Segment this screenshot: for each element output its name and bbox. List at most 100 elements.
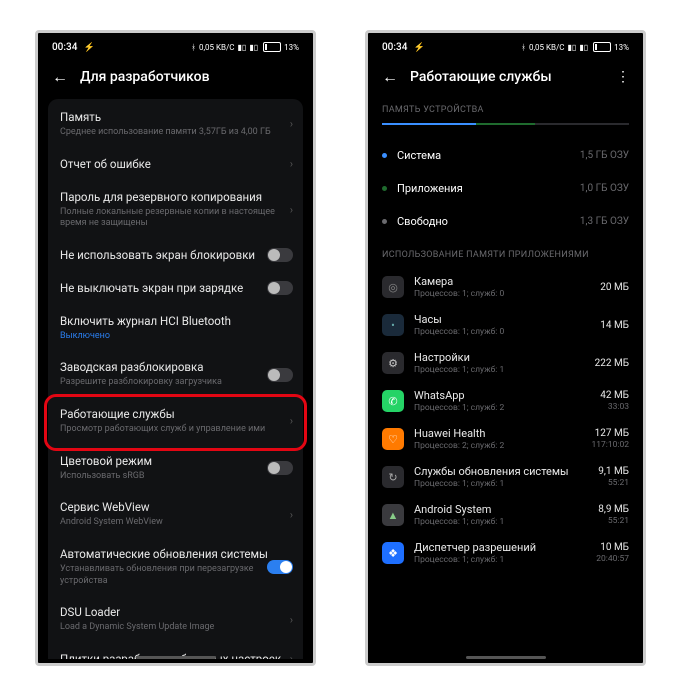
setting-sub: Полные локальные резервные копии в насто… bbox=[60, 207, 291, 230]
setting-sub: Разрешите разблокировку загрузчика bbox=[60, 377, 291, 389]
app-name: WhatsApp bbox=[414, 389, 590, 402]
toggle[interactable] bbox=[267, 281, 293, 295]
toggle[interactable] bbox=[267, 248, 293, 262]
setting-row[interactable]: DSU LoaderLoad a Dynamic System Update I… bbox=[48, 596, 303, 643]
app-value: 14 МБ bbox=[600, 320, 629, 331]
chevron-right-icon: › bbox=[290, 415, 293, 428]
app-value: 127 МБ bbox=[591, 428, 629, 439]
battery-percent: 13% bbox=[614, 43, 629, 52]
memory-line: Система 1,5 ГБ ОЗУ bbox=[368, 139, 643, 172]
legend-dot bbox=[382, 186, 387, 191]
app-row[interactable]: ♡ Huawei HealthПроцессов: 2; служб: 2 127 … bbox=[368, 420, 643, 458]
setting-row[interactable]: Не использовать экран блокировки bbox=[48, 239, 303, 272]
app-icon: ♡ bbox=[382, 428, 404, 450]
app-icon: ↻ bbox=[382, 466, 404, 488]
memory-bar bbox=[382, 123, 629, 125]
setting-label: Заводская разблокировка bbox=[60, 360, 291, 375]
app-name: Android System bbox=[414, 503, 588, 516]
app-icon: ⚙ bbox=[382, 352, 404, 374]
app-value: 42 МБ bbox=[600, 390, 629, 401]
chevron-right-icon: › bbox=[290, 118, 293, 131]
setting-sub: Среднее использование памяти 3,57ГБ из 4… bbox=[60, 127, 291, 139]
page-title: Работающие службы bbox=[410, 69, 552, 85]
setting-row[interactable]: Автоматические обновления системыУстанав… bbox=[48, 538, 303, 596]
app-time: 55:21 bbox=[598, 516, 629, 526]
setting-row[interactable]: Память Среднее использование памяти 3,57Г… bbox=[48, 101, 303, 148]
charging-icon: ⚡ bbox=[414, 43, 425, 53]
setting-label: Сервис WebView bbox=[60, 500, 291, 515]
memory-value: 1,5 ГБ ОЗУ bbox=[580, 150, 629, 161]
app-name: Диспетчер разрешений bbox=[414, 541, 586, 554]
setting-row[interactable]: Работающие службыПросмотр работающих слу… bbox=[48, 398, 303, 445]
signal-icon: ▮▯ bbox=[238, 43, 247, 52]
back-icon[interactable]: ← bbox=[382, 69, 398, 85]
phone-running-services: 00:34 ⚡ ᚼ 0,05 KB/C ▮▯ ▮▯ 13% ← Работающ… bbox=[365, 30, 646, 666]
page-title: Для разработчиков bbox=[80, 69, 210, 85]
setting-row[interactable]: Сервис WebViewAndroid System WebView› bbox=[48, 491, 303, 538]
memory-label: Система bbox=[397, 149, 441, 162]
header: ← Для разработчиков bbox=[38, 59, 313, 99]
data-rate: 0,05 KB/C bbox=[199, 43, 235, 52]
setting-label: Память bbox=[60, 110, 291, 125]
setting-sub: Android System WebView bbox=[60, 517, 291, 529]
app-icon: • bbox=[382, 314, 404, 336]
section-device-memory: ПАМЯТЬ УСТРОЙСТВА bbox=[368, 99, 643, 123]
app-row[interactable]: ❖Диспетчер разрешенийПроцессов: 1; служб… bbox=[368, 534, 643, 572]
app-name: Часы bbox=[414, 313, 590, 326]
app-row[interactable]: ▲ Android SystemПроцессов: 1; служб: 1 8,9… bbox=[368, 496, 643, 534]
legend-dot bbox=[382, 219, 387, 224]
app-sub: Процессов: 2; служб: 2 bbox=[414, 441, 581, 451]
app-name: Камера bbox=[414, 275, 590, 288]
app-sub: Процессов: 1; служб: 1 bbox=[414, 517, 588, 527]
app-time: 55:21 bbox=[598, 478, 629, 488]
status-icons: ᚼ 0,05 KB/C ▮▯ ▮▯ 13% bbox=[191, 42, 299, 52]
toggle[interactable] bbox=[267, 368, 293, 382]
app-sub: Процессов: 1; служб: 2 bbox=[414, 403, 590, 413]
memory-label: Свободно bbox=[397, 215, 448, 228]
app-sub: Процессов: 1; служб: 1 bbox=[414, 479, 588, 489]
settings-list: Память Среднее использование памяти 3,57Г… bbox=[48, 99, 303, 659]
app-icon: ▲ bbox=[382, 504, 404, 526]
status-icons: ᚼ 0,05 KB/C ▮▯ ▮▯ 13% bbox=[521, 42, 629, 52]
app-sub: Процессов: 1; служб: 1 bbox=[414, 555, 586, 565]
app-value: 20 МБ bbox=[600, 282, 629, 293]
setting-label: Пароль для резервного копирования bbox=[60, 190, 291, 205]
setting-row[interactable]: Включить журнал HCI Bluetooth Выключено bbox=[48, 305, 303, 352]
setting-row[interactable]: Цветовой режимИспользовать sRGB bbox=[48, 445, 303, 492]
app-row[interactable]: ◎ КамераПроцессов: 1; служб: 0 20 МБ bbox=[368, 268, 643, 306]
setting-label: Включить журнал HCI Bluetooth bbox=[60, 314, 291, 329]
charging-icon: ⚡ bbox=[84, 43, 95, 53]
app-row[interactable]: ⚙НастройкиПроцессов: 1; служб: 1222 МБ bbox=[368, 344, 643, 382]
status-time: 00:34 bbox=[382, 42, 407, 53]
setting-row[interactable]: Пароль для резервного копирования Полные … bbox=[48, 181, 303, 239]
setting-sub: Выключено bbox=[60, 331, 291, 343]
app-value: 9,1 МБ bbox=[598, 466, 629, 477]
signal-icon: ▮▯ bbox=[568, 43, 577, 52]
setting-label: Не выключать экран при зарядке bbox=[60, 281, 291, 296]
legend-dot bbox=[382, 153, 387, 158]
app-value: 8,9 МБ bbox=[598, 504, 629, 515]
app-icon: ◎ bbox=[382, 276, 404, 298]
setting-label: Не использовать экран блокировки bbox=[60, 248, 291, 263]
back-icon[interactable]: ← bbox=[52, 69, 68, 85]
nav-bar[interactable] bbox=[466, 656, 546, 659]
toggle[interactable] bbox=[267, 560, 293, 574]
setting-row[interactable]: Не выключать экран при зарядке bbox=[48, 272, 303, 305]
app-sub: Процессов: 1; служб: 0 bbox=[414, 289, 590, 299]
nav-bar[interactable] bbox=[136, 656, 216, 659]
memory-line: Приложения1,0 ГБ ОЗУ bbox=[368, 172, 643, 205]
app-row[interactable]: •ЧасыПроцессов: 1; служб: 014 МБ bbox=[368, 306, 643, 344]
app-row[interactable]: ↻Службы обновления системыПроцессов: 1; … bbox=[368, 458, 643, 496]
app-name: Huawei Health bbox=[414, 427, 581, 440]
app-icon: ✆ bbox=[382, 390, 404, 412]
setting-row[interactable]: Отчет об ошибке› bbox=[48, 148, 303, 181]
setting-sub: Load a Dynamic System Update Image bbox=[60, 622, 291, 634]
toggle[interactable] bbox=[267, 461, 293, 475]
setting-row[interactable]: Заводская разблокировка Разрешите разблок… bbox=[48, 351, 303, 398]
app-time: 33:03 bbox=[600, 402, 629, 412]
app-row[interactable]: ✆ WhatsAppПроцессов: 1; служб: 2 42 МБ33:0… bbox=[368, 382, 643, 420]
app-value: 10 МБ bbox=[596, 542, 629, 553]
setting-label: Работающие службы bbox=[60, 407, 291, 422]
more-icon[interactable]: ⋮ bbox=[616, 69, 629, 85]
signal-icon-2: ▮▯ bbox=[579, 43, 588, 52]
